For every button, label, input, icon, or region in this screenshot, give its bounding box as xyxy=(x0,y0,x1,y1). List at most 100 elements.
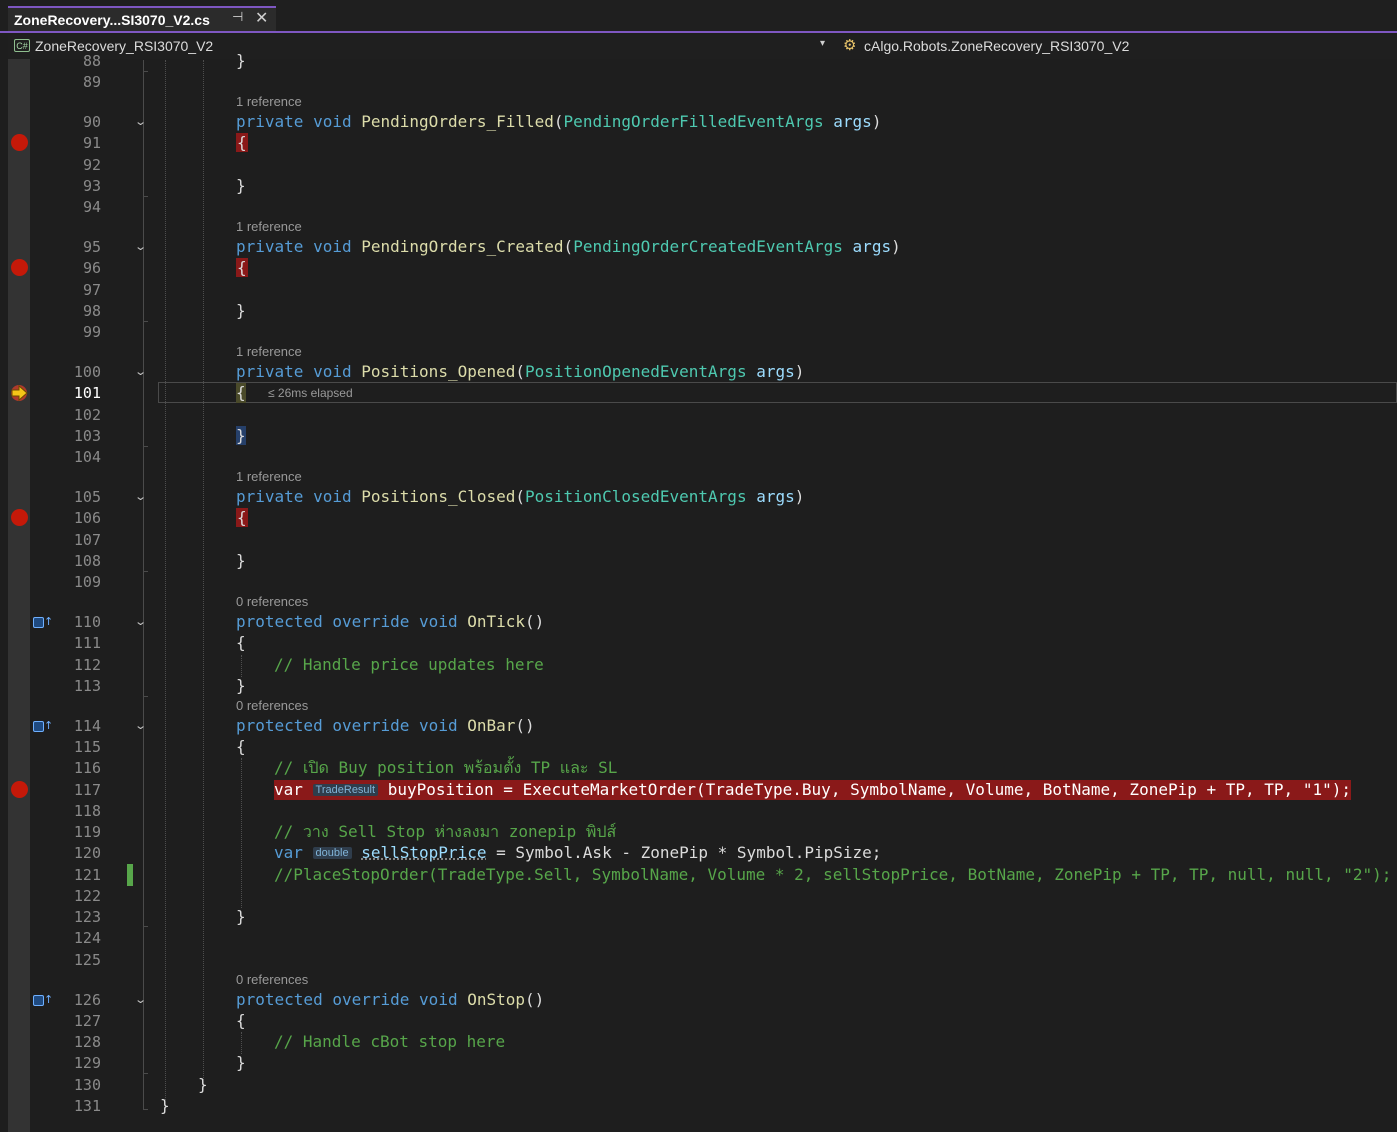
codelens-references[interactable]: 0 references xyxy=(236,594,308,610)
document-tab[interactable]: ZoneRecovery...SI3070_V2.cs ⊣ ✕ xyxy=(8,6,276,31)
line-number: 112 xyxy=(73,656,101,674)
indent-guide xyxy=(165,60,166,1100)
pin-icon[interactable]: ⊣ xyxy=(232,10,243,25)
codelens-references[interactable]: 1 reference xyxy=(236,94,302,110)
breakpoint-line: var TradeResult buyPosition = ExecuteMar… xyxy=(274,780,1351,800)
line-number: 90 xyxy=(82,113,101,131)
close-brace: } xyxy=(236,676,246,695)
breakpoint-icon[interactable] xyxy=(11,781,28,798)
line-number: 107 xyxy=(73,531,101,549)
outline-end-tick xyxy=(143,196,148,197)
namespace-close-brace: } xyxy=(160,1096,170,1115)
collapse-chevron-icon[interactable]: ⌄ xyxy=(134,237,147,257)
line-number: 123 xyxy=(73,908,101,926)
line-number: 92 xyxy=(82,156,101,174)
collapse-chevron-icon[interactable]: ⌄ xyxy=(134,716,147,736)
tab-title[interactable]: ZoneRecovery...SI3070_V2.cs xyxy=(14,12,210,28)
line-number: 126 xyxy=(73,991,101,1009)
collapse-chevron-icon[interactable]: ⌄ xyxy=(134,487,147,507)
codelens-references[interactable]: 0 references xyxy=(236,972,308,988)
line-number: 97 xyxy=(82,281,101,299)
codelens-references[interactable]: 1 reference xyxy=(236,344,302,360)
inline-type-hint: double xyxy=(312,847,352,859)
line-number: 94 xyxy=(82,198,101,216)
class-close-brace: } xyxy=(198,1075,208,1094)
line-number: 119 xyxy=(73,823,101,841)
code-line: } xyxy=(236,51,246,70)
line-number: 127 xyxy=(73,1012,101,1030)
inline-type-hint: TradeResult xyxy=(312,784,379,796)
override-icon[interactable]: ↑ xyxy=(33,716,53,736)
line-number: 121 xyxy=(73,866,101,884)
editor-left-edge xyxy=(0,59,8,1132)
outline-end-tick xyxy=(143,446,148,447)
project-dropdown[interactable]: ZoneRecovery_RSI3070_V2 xyxy=(35,38,213,54)
indent-guide xyxy=(241,758,242,908)
close-icon[interactable]: ✕ xyxy=(255,8,268,27)
indent-guide xyxy=(203,60,204,1080)
breakpoint-icon[interactable] xyxy=(11,509,28,526)
breakpoint-icon[interactable] xyxy=(11,134,28,151)
close-brace: } xyxy=(236,551,246,570)
line-number: 110 xyxy=(73,613,101,631)
outline-end-tick xyxy=(143,1073,148,1074)
navigation-bar: C# ZoneRecovery_RSI3070_V2 ▾ ⚙ cAlgo.Rob… xyxy=(8,35,1397,59)
line-number: 114 xyxy=(73,717,101,735)
line-number: 95 xyxy=(82,238,101,256)
method-signature: protected override void OnTick() xyxy=(236,612,545,631)
code-comment: // Handle price updates here xyxy=(274,655,544,674)
indent-guide xyxy=(241,655,242,677)
line-number: 93 xyxy=(82,177,101,195)
collapse-chevron-icon[interactable]: ⌄ xyxy=(134,362,147,382)
line-number: 124 xyxy=(73,929,101,947)
open-brace: { xyxy=(236,258,248,277)
collapse-chevron-icon[interactable]: ⌄ xyxy=(134,612,147,632)
line-number: 88 xyxy=(82,52,101,70)
unsaved-change-marker xyxy=(127,864,133,886)
line-number: 91 xyxy=(82,134,101,152)
class-icon: ⚙ xyxy=(843,36,857,54)
close-brace: } xyxy=(236,176,246,195)
line-number: 96 xyxy=(82,259,101,277)
collapse-chevron-icon[interactable]: ⌄ xyxy=(134,112,147,132)
codelens-references[interactable]: 1 reference xyxy=(236,219,302,235)
current-statement-arrow-icon[interactable] xyxy=(10,384,28,402)
close-brace: } xyxy=(236,1053,246,1072)
breakpoint-icon[interactable] xyxy=(11,259,28,276)
outline-end-tick xyxy=(143,71,148,72)
code-comment: // วาง Sell Stop ห่างลงมา zonepip พิปส์ xyxy=(274,822,617,841)
outline-end-tick xyxy=(143,1109,148,1110)
method-signature: private void Positions_Opened(PositionOp… xyxy=(236,362,805,381)
glyph-margin[interactable] xyxy=(8,59,30,1132)
line-number: 116 xyxy=(73,759,101,777)
codelens-references[interactable]: 1 reference xyxy=(236,469,302,485)
line-number: 102 xyxy=(73,406,101,424)
override-icon[interactable]: ↑ xyxy=(33,990,53,1010)
indent-guide xyxy=(241,1032,242,1054)
override-icon[interactable]: ↑ xyxy=(33,612,53,632)
line-number: 105 xyxy=(73,488,101,506)
outline-end-tick xyxy=(143,321,148,322)
open-brace: { xyxy=(236,1011,246,1030)
line-number: 113 xyxy=(73,677,101,695)
method-signature: private void PendingOrders_Filled(Pendin… xyxy=(236,112,882,131)
open-brace: { xyxy=(236,133,248,152)
line-number: 98 xyxy=(82,302,101,320)
code-comment: // Handle cBot stop here xyxy=(274,1032,506,1051)
chevron-down-icon[interactable]: ▾ xyxy=(820,38,825,49)
collapse-chevron-icon[interactable]: ⌄ xyxy=(134,990,147,1010)
open-brace: { xyxy=(236,633,246,652)
line-number: 118 xyxy=(73,802,101,820)
type-dropdown[interactable]: cAlgo.Robots.ZoneRecovery_RSI3070_V2 xyxy=(864,38,1129,54)
perf-tip[interactable]: ≤ 26ms elapsed xyxy=(268,386,353,400)
line-number: 99 xyxy=(82,323,101,341)
line-number: 89 xyxy=(82,73,101,91)
line-number: 120 xyxy=(73,844,101,862)
codelens-references[interactable]: 0 references xyxy=(236,698,308,714)
line-number: 115 xyxy=(73,738,101,756)
line-number: 111 xyxy=(73,634,101,652)
line-number: 130 xyxy=(73,1076,101,1094)
line-number: 117 xyxy=(73,781,101,799)
method-signature: protected override void OnStop() xyxy=(236,990,545,1009)
close-brace: } xyxy=(236,426,246,445)
